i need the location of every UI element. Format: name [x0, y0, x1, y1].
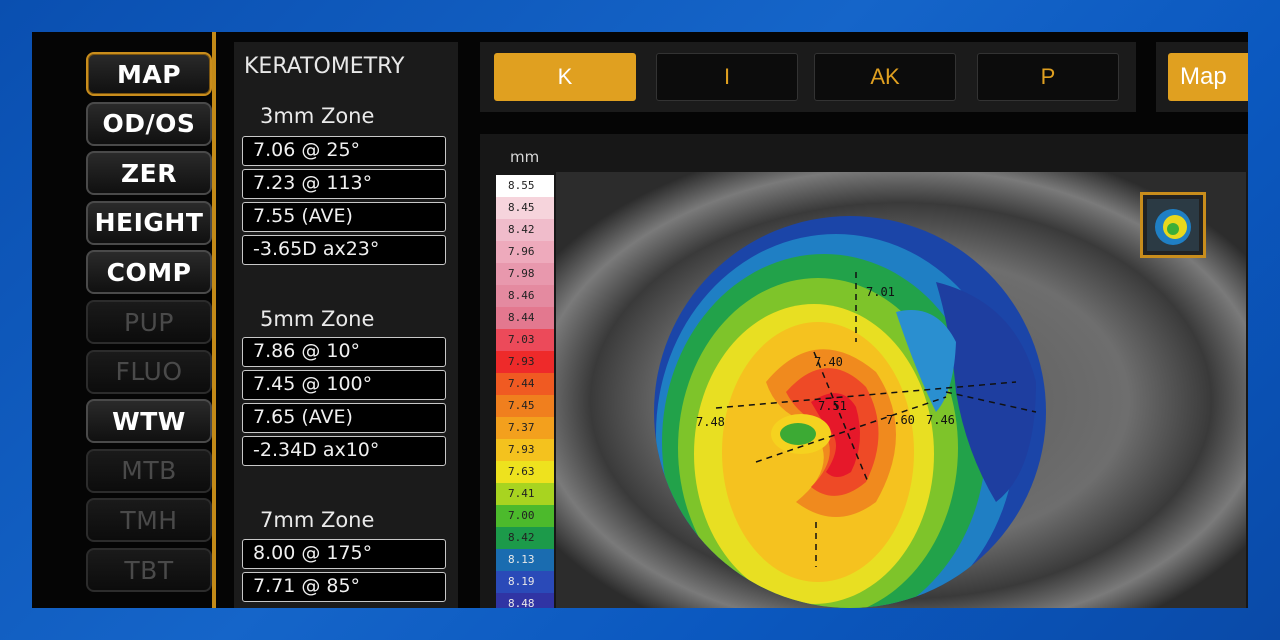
scale-cell: 7.41: [496, 483, 554, 505]
scale-cell: 7.96: [496, 241, 554, 263]
tab-i[interactable]: I: [656, 53, 798, 101]
zone-3mm-cyl: -3.65D ax23°: [242, 235, 446, 265]
scale-cell: 8.48: [496, 593, 554, 608]
keratometry-panel: KERATOMETRY 3mm Zone 7.06 @ 25° 7.23 @ 1…: [234, 42, 458, 608]
zone-3mm-title: 3mm Zone: [260, 104, 375, 128]
keratometry-title: KERATOMETRY: [244, 54, 405, 79]
app-screen: MAP OD/OS ZER HEIGHT COMP PUP FLUO WTW MTB TMH TBT…: [32, 32, 1248, 608]
mode-button-map[interactable]: MAP: [86, 52, 212, 96]
scale-cell: 8.46: [496, 285, 554, 307]
mode-button-tbt[interactable]: TBT: [86, 548, 212, 592]
color-scale: 8.55 8.45 8.42 7.96 7.98 8.46 8.44 7.03 7.93 7.44…: [496, 175, 554, 608]
mode-button-height[interactable]: HEIGHT: [86, 200, 212, 245]
scale-cell: 7.98: [496, 263, 554, 285]
scale-cell: 8.19: [496, 571, 554, 593]
mode-button-zer[interactable]: ZER: [86, 151, 212, 196]
map-button[interactable]: Map: [1168, 53, 1248, 101]
zone-5mm-k2: 7.45 @ 100°: [242, 370, 446, 400]
scale-cell: 7.93: [496, 351, 554, 373]
zone-3mm-k2: 7.23 @ 113°: [242, 169, 446, 199]
scale-unit-label: mm: [510, 148, 540, 166]
map-thumbnail-icon[interactable]: [1140, 192, 1206, 258]
zone-5mm-k1: 7.86 @ 10°: [242, 337, 446, 367]
scale-cell: 8.44: [496, 307, 554, 329]
scale-cell: 7.00: [496, 505, 554, 527]
zone-7mm-title: 7mm Zone: [260, 508, 375, 532]
mode-button-od-os[interactable]: OD/OS: [86, 101, 212, 146]
mode-button-mtb[interactable]: MTB: [86, 448, 212, 493]
tab-k[interactable]: K: [494, 53, 636, 101]
annotation-right: 7.60: [886, 413, 915, 427]
eye-map-icon: [1147, 199, 1199, 251]
map-button-bar: Map: [1156, 42, 1248, 112]
mode-sidebar: MAP OD/OS ZER HEIGHT COMP PUP FLUO WTW MTB TMH TBT: [32, 32, 216, 608]
zone-7mm-k2: 7.71 @ 85°: [242, 572, 446, 602]
scale-cell: 7.45: [496, 395, 554, 417]
mode-button-tmh[interactable]: TMH: [86, 498, 212, 543]
scale-cell: 7.63: [496, 461, 554, 483]
sidebar-divider: [212, 32, 216, 608]
annotation-far-right: 7.46: [926, 413, 955, 427]
scale-cell: 7.93: [496, 439, 554, 461]
scale-cell: 8.42: [496, 219, 554, 241]
zone-3mm-k1: 7.06 @ 25°: [242, 136, 446, 166]
mode-button-pup[interactable]: PUP: [86, 300, 212, 344]
annotation-center: 7.51: [818, 399, 847, 413]
mode-button-comp[interactable]: COMP: [86, 250, 212, 295]
scale-cell: 7.44: [496, 373, 554, 395]
scale-cell: 7.03: [496, 329, 554, 351]
zone-5mm-title: 5mm Zone: [260, 307, 375, 331]
scale-cell: 8.45: [496, 197, 554, 219]
zone-5mm-cyl: -2.34D ax10°: [242, 436, 446, 466]
scale-cell: 8.55: [496, 175, 554, 197]
scale-cell: 8.42: [496, 527, 554, 549]
mode-button-fluo[interactable]: FLUO: [86, 349, 212, 394]
tab-p[interactable]: P: [977, 53, 1119, 101]
annotation-top: 7.01: [866, 285, 895, 299]
zone-5mm-avg: 7.65 (AVE): [242, 403, 446, 433]
annotation-left: 7.48: [696, 415, 725, 429]
zone-3mm-avg: 7.55 (AVE): [242, 202, 446, 232]
topography-map-area: mm 8.55 8.45 8.42 7.96 7.98 8.46 8.44 7.03 7.93 7…: [480, 134, 1248, 608]
tab-ak[interactable]: AK: [814, 53, 956, 101]
map-type-tabs: K I AK P: [480, 42, 1136, 112]
annotation-upper: 7.40: [814, 355, 843, 369]
scale-cell: 8.13: [496, 549, 554, 571]
mode-button-wtw[interactable]: WTW: [86, 399, 212, 444]
zone-7mm-k1: 8.00 @ 175°: [242, 539, 446, 569]
scale-cell: 7.37: [496, 417, 554, 439]
